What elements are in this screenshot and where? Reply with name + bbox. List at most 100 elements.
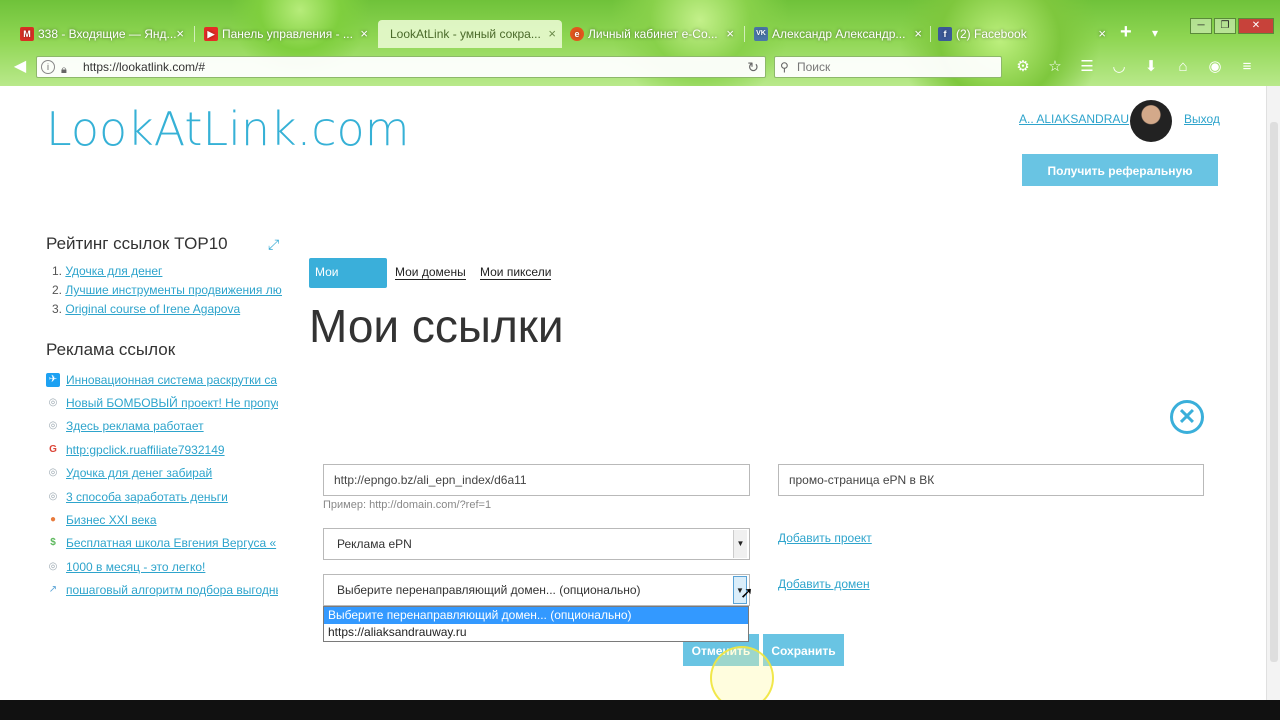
globe-icon: ◎ bbox=[48, 420, 58, 432]
expand-icon[interactable]: ⤢ bbox=[268, 236, 279, 253]
browser-tab-youtube[interactable]: ▶ Панель управления - ... × bbox=[198, 20, 374, 48]
browser-tab-lookatlink[interactable]: LookAtLink - умный сокра... × bbox=[378, 20, 562, 48]
close-form-icon[interactable]: ✕ bbox=[1170, 400, 1204, 434]
twitter-icon: ✈ bbox=[46, 372, 60, 387]
browser-chrome: M 338 - Входящие — Янд... × ▶ Панель упр… bbox=[0, 0, 1280, 86]
domain-select[interactable]: Выберите перенаправляющий домен... (опци… bbox=[323, 574, 750, 606]
referral-link-button[interactable]: Получить реферальную ссылку bbox=[1022, 154, 1218, 210]
ad-links-list: ✈ Инновационная система раскрутки са ◎ Нов… bbox=[46, 368, 278, 602]
tab-title: Александр Александр... bbox=[772, 27, 906, 41]
list-item: ↗ пошаговый алгоритм подбора выгодны bbox=[46, 579, 278, 602]
logout-link[interactable]: Выход bbox=[1184, 112, 1220, 126]
url-text: https://lookatlink.com/# bbox=[83, 60, 206, 74]
list-item: ● Бизнес XXI века bbox=[46, 508, 278, 531]
url-input[interactable]: http://epngo.bz/ali_epn_index/d6a11 bbox=[323, 464, 750, 496]
sync-icon[interactable]: ◉ bbox=[1204, 56, 1226, 78]
domain-selected-value: Выберите перенаправляющий домен... (опци… bbox=[337, 583, 641, 597]
tab-title: LookAtLink - умный сокра... bbox=[390, 27, 541, 41]
facebook-icon: f bbox=[938, 27, 952, 41]
ad-link[interactable]: Удочка для денег забирай bbox=[66, 466, 212, 480]
list-number: 1. bbox=[52, 264, 63, 278]
link-name-input[interactable]: промо-страница ePN в ВК bbox=[778, 464, 1204, 496]
search-input[interactable]: ⚲ Поиск bbox=[774, 56, 1002, 78]
page-scrollbar[interactable] bbox=[1266, 86, 1280, 700]
close-tab-icon[interactable]: × bbox=[914, 20, 922, 48]
close-tab-icon[interactable]: × bbox=[360, 20, 368, 48]
page-content: LookAtLink.com A.. ALIAKSANDRAU Выход По… bbox=[0, 86, 1266, 710]
list-item: ◎ Здесь реклама работает bbox=[46, 415, 278, 438]
close-tab-icon[interactable]: × bbox=[548, 20, 556, 48]
top-link[interactable]: Original course of Irene Agapova bbox=[65, 302, 240, 316]
page-title: Мои ссылки bbox=[309, 300, 564, 352]
ad-link[interactable]: Бизнес XXI века bbox=[66, 513, 157, 527]
reload-icon[interactable]: ↻ bbox=[747, 57, 759, 77]
search-icon: ⚲ bbox=[780, 60, 789, 74]
browser-tab-vk[interactable]: VK Александр Александр... × bbox=[748, 20, 928, 48]
download-icon[interactable]: ⬇ bbox=[1140, 56, 1162, 78]
chrome-like-icon: ● bbox=[49, 514, 57, 526]
browser-tab-epn[interactable]: e Личный кабинет e-Co... × bbox=[564, 20, 740, 48]
epn-icon: e bbox=[570, 27, 584, 41]
globe-icon: ◎ bbox=[48, 467, 58, 479]
ad-link[interactable]: Новый БОМБОВЫЙ проект! Не пропусти bbox=[66, 396, 278, 410]
close-tab-icon[interactable]: × bbox=[176, 20, 184, 48]
user-name-link[interactable]: A.. ALIAKSANDRAU bbox=[1019, 112, 1129, 126]
tab-my-links[interactable]: Мои ссылки bbox=[309, 258, 387, 307]
home-icon[interactable]: ⌂ bbox=[1172, 56, 1194, 78]
youtube-icon: ▶ bbox=[204, 27, 218, 41]
back-icon[interactable]: ◀ bbox=[8, 56, 32, 78]
site-logo[interactable]: LookAtLink.com bbox=[46, 102, 410, 156]
ad-link[interactable]: 1000 в месяц - это легко! bbox=[66, 560, 205, 574]
dropdown-option[interactable]: Выберите перенаправляющий домен... (опци… bbox=[324, 607, 748, 624]
tab-label: Мои домены bbox=[395, 265, 466, 280]
close-tab-icon[interactable]: × bbox=[1098, 20, 1106, 48]
address-bar[interactable]: i 🔒︎ https://lookatlink.com/# ↻ bbox=[36, 56, 766, 78]
vk-icon: VK bbox=[754, 27, 768, 41]
extension-icon[interactable]: ⚙ bbox=[1012, 56, 1034, 78]
bookmark-star-icon[interactable]: ☆ bbox=[1044, 56, 1066, 78]
restore-icon[interactable]: ❐ bbox=[1214, 18, 1236, 34]
info-icon[interactable]: i bbox=[41, 60, 55, 74]
chevron-down-icon[interactable]: ▼ bbox=[733, 530, 747, 558]
ad-link[interactable]: Здесь реклама работает bbox=[66, 419, 204, 433]
tab-my-domains[interactable]: Мои домены bbox=[395, 258, 466, 288]
window-controls: ─ ❐ ✕ bbox=[1190, 18, 1274, 34]
project-select[interactable]: Реклама ePN ▼ bbox=[323, 528, 750, 560]
tab-my-pixels[interactable]: Мои пиксели bbox=[480, 258, 552, 288]
tab-strip: M 338 - Входящие — Янд... × ▶ Панель упр… bbox=[0, 20, 1120, 48]
avatar[interactable] bbox=[1130, 100, 1172, 142]
close-window-icon[interactable]: ✕ bbox=[1238, 18, 1274, 34]
browser-tab-facebook[interactable]: f (2) Facebook × bbox=[932, 20, 1112, 48]
add-domain-link[interactable]: Добавить домен bbox=[778, 577, 870, 591]
top-link[interactable]: Удочка для денег bbox=[65, 264, 162, 278]
minimize-icon[interactable]: ─ bbox=[1190, 18, 1212, 34]
bookmarks-list-icon[interactable]: ☰ bbox=[1076, 56, 1098, 78]
list-item: $ Бесплатная школа Евгения Вергуса « bbox=[46, 532, 278, 555]
pocket-icon[interactable]: ◡ bbox=[1108, 56, 1130, 78]
dropdown-option[interactable]: https://aliaksandrauway.ru bbox=[324, 624, 748, 641]
browser-tab-gmail[interactable]: M 338 - Входящие — Янд... × bbox=[14, 20, 190, 48]
list-number: 3. bbox=[52, 302, 63, 316]
top-links-list: 1. Удочка для денег 2. Лучшие инструмент… bbox=[52, 264, 282, 321]
ad-link[interactable]: пошаговый алгоритм подбора выгодны bbox=[66, 583, 278, 597]
ad-link[interactable]: Бесплатная школа Евгения Вергуса « bbox=[66, 536, 276, 550]
list-item: 1. Удочка для денег bbox=[52, 264, 282, 283]
add-project-link[interactable]: Добавить проект bbox=[778, 531, 872, 545]
top-link[interactable]: Лучшие инструменты продвижения люб bbox=[65, 283, 282, 297]
globe-icon: ◎ bbox=[48, 490, 58, 502]
ad-link[interactable]: http:gpclick.ruaffiliate7932149 bbox=[66, 443, 225, 457]
chart-icon: ↗ bbox=[48, 584, 58, 596]
ad-link[interactable]: 3 способа заработать деньги bbox=[66, 490, 228, 504]
tabs-list-icon[interactable]: ▾ bbox=[1152, 26, 1158, 40]
list-item: 2. Лучшие инструменты продвижения люб bbox=[52, 283, 282, 302]
save-button[interactable]: Сохранить bbox=[763, 634, 844, 666]
list-item: ◎ Удочка для денег забирай bbox=[46, 462, 278, 485]
domain-dropdown-list: Выберите перенаправляющий домен... (опци… bbox=[323, 606, 749, 642]
close-tab-icon[interactable]: × bbox=[726, 20, 734, 48]
ad-link[interactable]: Инновационная система раскрутки са bbox=[66, 373, 277, 387]
new-tab-button[interactable]: + bbox=[1120, 22, 1132, 42]
list-item: ◎ Новый БОМБОВЫЙ проект! Не пропусти bbox=[46, 391, 278, 414]
menu-icon[interactable]: ≡ bbox=[1236, 56, 1258, 78]
scrollbar-thumb[interactable] bbox=[1270, 122, 1278, 662]
project-selected-value: Реклама ePN bbox=[337, 537, 412, 551]
